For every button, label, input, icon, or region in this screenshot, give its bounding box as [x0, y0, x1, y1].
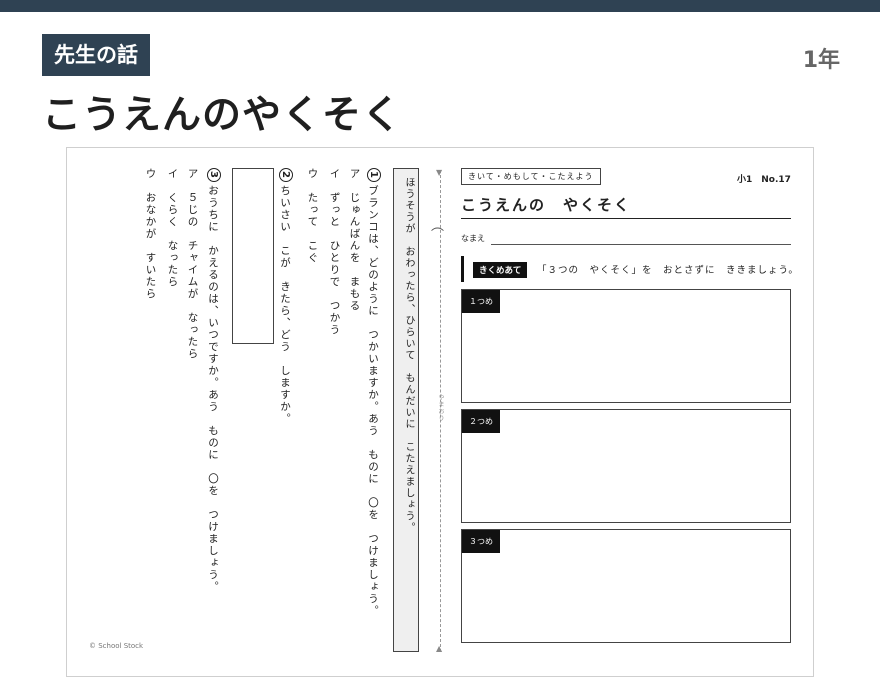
question-1-text: ブランコは、どのように つかいますか。あう ものに 〇を つけましょう。	[367, 185, 379, 617]
goal-text: 「３つの やくそく」を おとさずに ききましょう。	[537, 265, 799, 276]
sheet-title: こうえんの やくそく	[461, 196, 632, 214]
answer-box-1: １つめ	[461, 289, 791, 403]
question-2-number: 2	[279, 168, 293, 182]
answer-box-2-label: ２つめ	[462, 410, 500, 433]
name-line	[491, 244, 791, 245]
answer-box-1-label: １つめ	[462, 290, 500, 313]
answer-box-2: ２つめ	[461, 409, 791, 523]
grade-label: 1年	[802, 48, 840, 73]
question-3-number: 3	[207, 168, 221, 182]
copyright: © School Stock	[89, 642, 144, 650]
instruction-box: ほうそうが おわったら、ひらいて もんだいに こたえましょう。	[393, 168, 419, 652]
sheet-number: 小1 No.17	[737, 175, 791, 185]
q1-option-a: ア じゅんばんを まもる	[348, 168, 361, 312]
page-title: こうえんのやくそく	[42, 93, 403, 138]
goal-tag: きくめあて	[473, 262, 528, 278]
q1-option-i: イ ずっと ひとりで つかう	[328, 168, 341, 336]
answer-box	[232, 168, 274, 344]
q1-option-u: ウ たって こぐ	[306, 168, 319, 264]
answer-box-3: ３つめ	[461, 529, 791, 643]
q3-option-u: ウ おなかが すいたら	[144, 168, 157, 300]
q3-option-a: ア ５じの チャイムが なったら	[186, 168, 199, 360]
question-3: 3 おうちに かえるのは、いつですか。あう ものに 〇を つけましょう。	[207, 168, 221, 593]
category-tag: 先生の話	[42, 34, 150, 76]
question-3-text: おうちに かえるのは、いつですか。あう ものに 〇を つけましょう。	[207, 185, 219, 593]
fold-arrow-bottom-icon: ▲	[436, 644, 443, 653]
fold-arrow-top-icon: ▼	[436, 168, 443, 177]
sheet-header-box: きいて・めもして・こたえよう	[461, 168, 601, 185]
answer-box-3-label: ３つめ	[462, 530, 500, 553]
question-2: 2 ちいさい こが きたら、どう しますか。	[279, 168, 293, 425]
question-1: 1 ブランコは、どのように つかいますか。あう ものに 〇を つけましょう。	[367, 168, 381, 617]
question-2-text: ちいさい こが きたら、どう しますか。	[279, 185, 291, 425]
fold-icon: ⌒	[431, 228, 445, 243]
top-bar	[0, 0, 880, 12]
name-label: なまえ	[461, 234, 485, 243]
instruction-text: ほうそうが おわったら、ひらいて もんだいに こたえましょう。	[403, 177, 414, 534]
goal-bar	[461, 256, 464, 282]
question-1-number: 1	[367, 168, 381, 182]
q3-option-i: イ くらく なったら	[166, 168, 179, 288]
fold-label: やまおり	[437, 394, 444, 422]
worksheet: ほうそうが おわったら、ひらいて もんだいに こたえましょう。 1 ブランコは、ど…	[66, 147, 814, 677]
title-rule	[461, 218, 791, 219]
